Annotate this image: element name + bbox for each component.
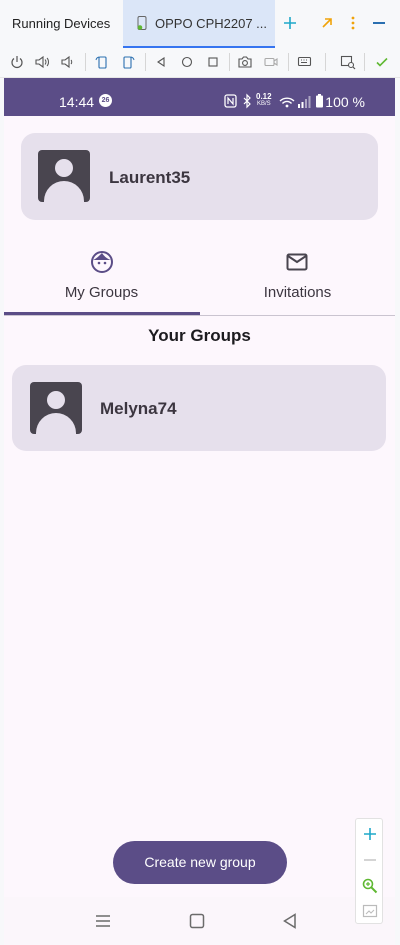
network-speed: 0.12 — [256, 92, 272, 101]
device-tab-label: OPPO CPH2207 ... — [155, 16, 267, 31]
status-bar: 14:44 26 0.12 KB/S 100 % — [4, 78, 395, 116]
mail-icon — [286, 253, 308, 271]
video-record-icon[interactable] — [263, 54, 279, 70]
group-name: Melyna74 — [100, 399, 177, 418]
volume-down-icon[interactable] — [59, 54, 75, 70]
toolbar-separator — [229, 53, 230, 71]
bluetooth-icon — [243, 93, 251, 109]
toolbar-separator — [325, 53, 326, 71]
section-title: Your Groups — [148, 326, 251, 345]
user-name: Laurent35 — [109, 168, 191, 187]
camera-icon[interactable] — [237, 54, 253, 70]
overview-icon[interactable] — [205, 54, 221, 70]
wifi-icon — [279, 97, 295, 108]
battery-percent: 100 % — [325, 94, 365, 110]
power-icon[interactable] — [9, 54, 25, 70]
more-vertical-icon[interactable] — [344, 14, 362, 32]
nfc-icon — [224, 94, 237, 108]
zoom-fit-icon[interactable] — [361, 877, 379, 895]
toolbar-separator — [145, 53, 146, 71]
toolbar-separator — [288, 53, 289, 71]
notification-badge: 26 — [99, 94, 112, 107]
ide-tab-bar: Running Devices OPPO CPH2207 ... — [0, 0, 400, 48]
rotate-right-icon[interactable] — [120, 54, 136, 70]
face-icon — [91, 251, 113, 273]
group-avatar-icon — [30, 382, 82, 434]
running-devices-title: Running Devices — [12, 16, 111, 31]
device-screen[interactable]: 14:44 26 0.12 KB/S 100 % Laurent35 My Gr… — [4, 78, 395, 945]
network-speed-unit: KB/S — [257, 101, 271, 107]
device-toolbar — [0, 48, 400, 78]
layout-inspector-icon[interactable] — [340, 54, 356, 70]
signal-icon — [298, 96, 311, 108]
create-group-button[interactable]: Create new group — [113, 841, 287, 884]
toolbar-separator — [85, 53, 86, 71]
selected-tab-indicator — [4, 312, 200, 315]
keyboard-icon[interactable] — [297, 54, 313, 70]
zoom-in-icon[interactable] — [361, 825, 379, 843]
navigation-bar — [4, 897, 395, 945]
user-avatar-icon — [38, 150, 90, 202]
check-icon[interactable] — [374, 54, 390, 70]
minimize-icon[interactable] — [370, 14, 388, 32]
add-device-icon[interactable] — [281, 14, 299, 32]
volume-up-icon[interactable] — [34, 54, 50, 70]
rotate-left-icon[interactable] — [94, 54, 110, 70]
zoom-out-icon[interactable] — [361, 851, 379, 869]
menu-icon[interactable] — [94, 912, 112, 930]
tab-invitations[interactable]: Invitations — [200, 240, 395, 315]
group-card[interactable]: Melyna74 — [12, 365, 386, 451]
phone-device-icon — [137, 16, 147, 30]
user-profile-card[interactable]: Laurent35 — [21, 133, 378, 220]
home-button-icon[interactable] — [188, 912, 206, 930]
back-button-icon[interactable] — [281, 912, 299, 930]
tab-my-groups-label: My Groups — [64, 284, 139, 301]
tab-my-groups[interactable]: My Groups — [4, 240, 200, 315]
device-tab[interactable]: OPPO CPH2207 ... — [123, 0, 275, 48]
battery-icon — [316, 94, 323, 108]
toolbar-separator — [364, 53, 365, 71]
back-icon[interactable] — [153, 54, 169, 70]
status-icons — [224, 93, 323, 109]
home-icon[interactable] — [179, 54, 195, 70]
actual-size-icon[interactable] — [361, 902, 379, 920]
tab-invitations-label: Invitations — [263, 284, 332, 301]
status-time: 14:44 — [59, 94, 95, 110]
tab-bar: My Groups Invitations — [4, 240, 395, 316]
zoom-controls — [355, 818, 383, 924]
arrow-up-right-icon[interactable] — [318, 14, 336, 32]
